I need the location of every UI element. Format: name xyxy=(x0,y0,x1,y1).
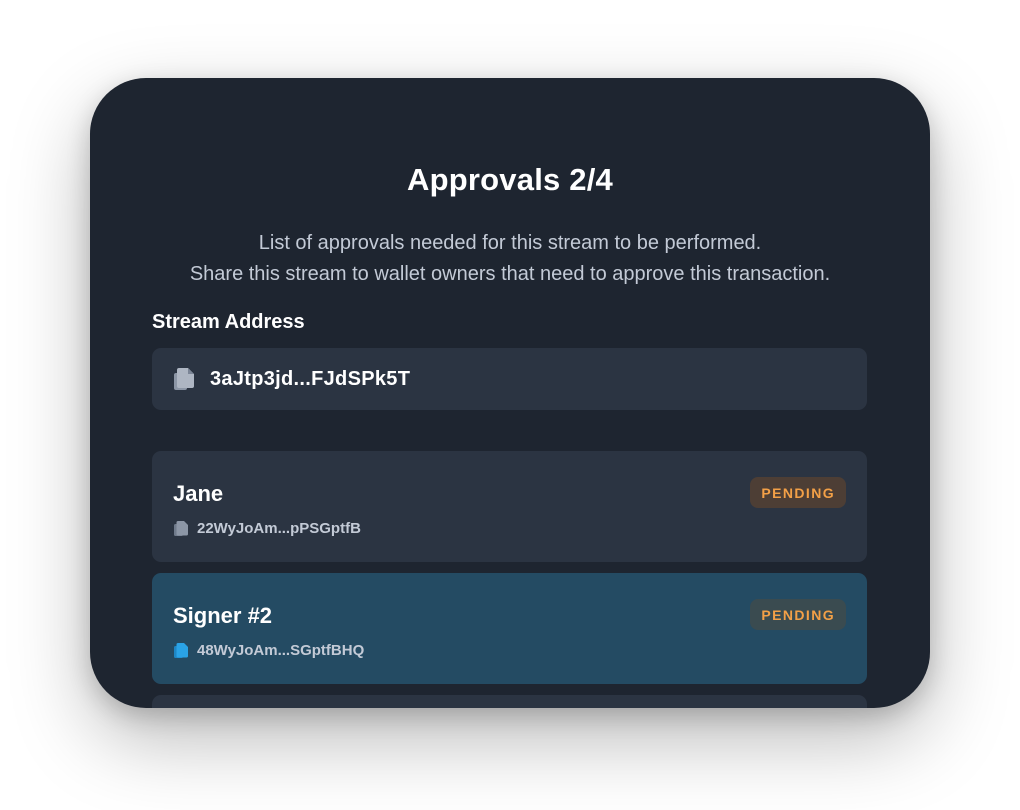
signer-name: Signer #2 xyxy=(173,603,273,628)
description-line-2: Share this stream to wallet owners that … xyxy=(189,263,831,285)
dialog-description: List of approvals needed for this stream… xyxy=(90,228,930,290)
dialog-title: Approvals 2/4 xyxy=(407,162,613,197)
stream-address-label: Stream Address xyxy=(152,311,305,333)
signer-card[interactable]: Jane PENDING 22WyJoAm...pPSGptfB xyxy=(152,451,867,562)
signer-card[interactable] xyxy=(152,695,867,708)
signer-address-row[interactable]: 48WyJoAm...SGptfBHQ xyxy=(174,642,364,659)
description-line-1: List of approvals needed for this stream… xyxy=(258,232,762,254)
signer-name: Jane xyxy=(173,481,224,506)
status-badge: PENDING xyxy=(750,477,846,508)
signer-address: 22WyJoAm...pPSGptfB xyxy=(197,520,361,537)
signer-card-selected[interactable]: Signer #2 PENDING 48WyJoAm...SGptfBHQ xyxy=(152,573,867,684)
status-badge: PENDING xyxy=(750,599,846,630)
copy-icon[interactable] xyxy=(172,367,196,391)
copy-icon[interactable] xyxy=(174,642,189,659)
signer-address-row[interactable]: 22WyJoAm...pPSGptfB xyxy=(174,520,361,537)
copy-icon[interactable] xyxy=(174,520,189,537)
approvals-dialog: Approvals 2/4 List of approvals needed f… xyxy=(90,78,930,708)
stream-address-value: 3aJtp3jd...FJdSPk5T xyxy=(210,367,411,390)
signer-address: 48WyJoAm...SGptfBHQ xyxy=(197,642,365,659)
stream-address-field[interactable]: 3aJtp3jd...FJdSPk5T xyxy=(152,348,867,410)
